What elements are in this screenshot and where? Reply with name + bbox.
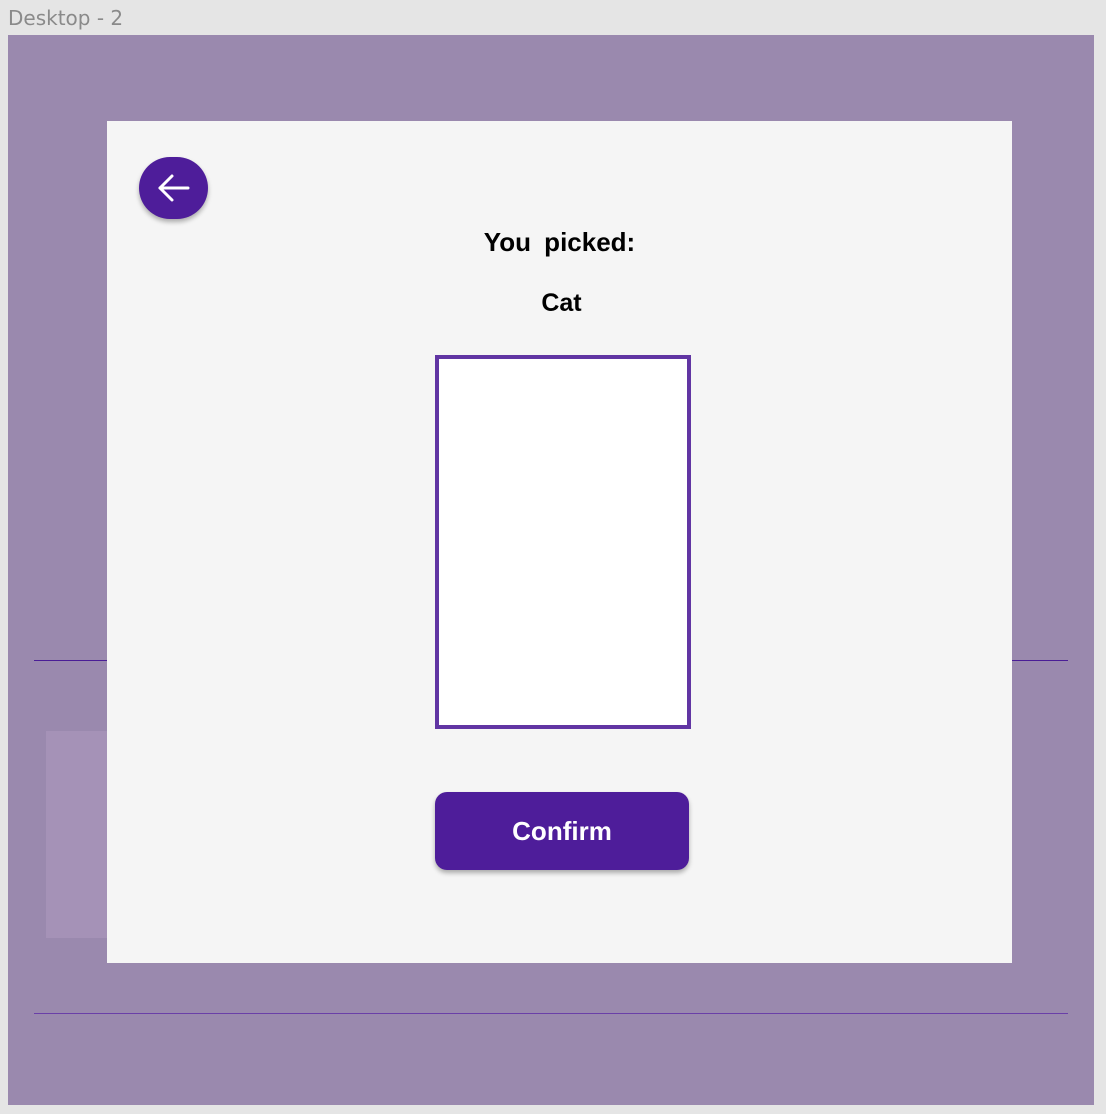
background-panel: [46, 731, 116, 938]
frame-label: Desktop - 2: [8, 6, 124, 30]
confirmation-modal: You picked: Cat Confirm: [107, 121, 1012, 963]
choice-image-placeholder: [435, 355, 691, 729]
arrow-left-icon: [158, 174, 189, 202]
picked-choice: Cat: [541, 289, 582, 317]
back-button[interactable]: [139, 157, 208, 219]
background-divider: [34, 1013, 1068, 1014]
modal-title: You picked:: [483, 227, 636, 257]
confirm-button[interactable]: Confirm: [435, 792, 689, 870]
